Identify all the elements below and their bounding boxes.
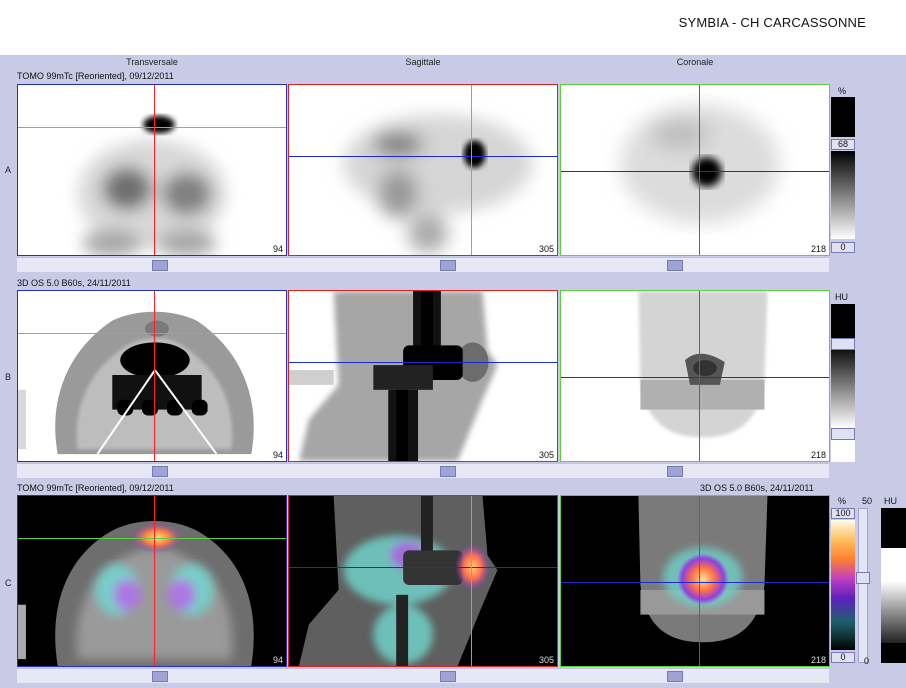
scale-c-unit-percent: % [838,496,847,506]
slider-handle[interactable] [152,260,168,271]
row-b-letter: B [5,372,12,382]
slice-number: 305 [538,450,554,460]
row-c-letter: C [5,578,12,588]
crosshair-horizontal [561,377,829,378]
scale-b-bottom-white [831,440,855,462]
crosshair-horizontal [18,538,286,539]
scale-c-hu-bottom [881,643,906,663]
scale-a-upper-value[interactable]: 68 [831,139,855,150]
slice-number: 218 [810,655,826,665]
slider-handle[interactable] [440,260,456,271]
crosshair-horizontal [18,127,286,128]
scale-b-unit: HU [835,292,848,302]
ct-sagittal-image [289,291,498,461]
scale-b-window-lower[interactable] [831,428,855,440]
view-b-sagittal[interactable]: 305 [288,290,558,462]
scale-c-hu-top [881,508,906,548]
spect-coronal-image [620,104,780,224]
fusion-blend-slider-track[interactable] [858,508,868,663]
spect-color-colorbar [831,520,855,650]
slice-slider-row-c[interactable] [17,668,829,683]
crosshair-horizontal [561,582,829,583]
slice-number: 218 [810,450,826,460]
crosshair-horizontal [289,156,557,157]
view-a-sagittal[interactable]: 305 [288,84,558,256]
view-b-coronal[interactable]: 218 [560,290,830,462]
row-c-series-info-left: TOMO 99mTc [Reoriented], 09/12/2011 [17,483,174,493]
row-c-series-info-right: 3D OS 5.0 B60s, 24/11/2011 [700,483,814,493]
ct-window-colorbar [831,350,855,428]
column-header-sagittal: Sagittale [405,57,441,67]
slider-handle[interactable] [152,466,168,477]
view-b-transverse[interactable]: 94 [17,290,287,462]
crosshair-vertical [699,496,700,666]
crosshair-horizontal [289,567,557,568]
crosshair-horizontal [289,362,557,363]
crosshair-vertical [699,291,700,461]
slice-slider-row-a[interactable] [17,257,829,272]
scale-b-window-upper[interactable] [831,338,855,350]
spect-transverse-image [77,115,227,255]
hospital-name: SYMBIA - CH CARCASSONNE [678,15,866,30]
scale-c-min-value[interactable]: 0 [831,652,855,663]
crosshair-vertical [154,291,155,461]
slice-number: 305 [538,244,554,254]
view-a-transverse[interactable]: 94 [17,84,287,256]
ct-transverse-image [18,311,254,455]
ct-coronal-image [638,291,768,438]
crosshair-vertical [471,496,472,666]
crosshair-vertical [154,85,155,255]
slice-number: 94 [272,655,283,665]
slider-handle[interactable] [440,466,456,477]
crosshair-horizontal [561,171,829,172]
spect-sagittal-image [343,114,533,254]
crosshair-vertical [699,85,700,255]
slider-handle[interactable] [440,671,456,682]
ct-hu-colorbar [881,548,906,643]
scale-c-unit-hu: HU [884,496,897,506]
view-c-transverse[interactable]: 94 [17,495,287,667]
row-a-series-info: TOMO 99mTc [Reoriented], 09/12/2011 [17,71,174,81]
row-b-series-info: 3D OS 5.0 B60s, 24/11/2011 [17,278,131,288]
scale-c-bottom-label: 0 [864,656,870,666]
row-a-letter: A [5,165,12,175]
slider-handle[interactable] [152,671,168,682]
crosshair-vertical [154,496,155,666]
scale-c-max-value[interactable]: 100 [831,508,855,519]
column-header-transverse: Transversale [126,57,178,67]
crosshair-horizontal [18,333,286,334]
title-bar: SYMBIA - CH CARCASSONNE [0,0,906,55]
crosshair-vertical [471,85,472,255]
grayscale-colorbar [831,151,855,239]
view-a-coronal[interactable]: 218 [560,84,830,256]
scale-a-unit: % [838,86,847,96]
view-c-coronal[interactable]: 218 [560,495,830,667]
slider-handle[interactable] [667,466,683,477]
fusion-sagittal-image [298,496,498,666]
slice-number: 218 [810,244,826,254]
scale-c-mid-label: 50 [862,496,873,506]
view-c-sagittal[interactable]: 305 [288,495,558,667]
slider-handle[interactable] [667,671,683,682]
slice-slider-row-b[interactable] [17,463,829,478]
scale-a-top-black [831,97,855,137]
slice-number: 305 [538,655,554,665]
fusion-blend-slider-thumb[interactable] [856,572,870,584]
scale-a-lower-value[interactable]: 0 [831,242,855,253]
slice-number: 94 [272,244,283,254]
slice-number: 94 [272,450,283,460]
fusion-transverse-image [18,520,254,666]
scale-b-top-black [831,304,855,338]
fusion-coronal-image [638,496,768,643]
slider-handle[interactable] [667,260,683,271]
column-header-coronal: Coronale [676,57,714,67]
